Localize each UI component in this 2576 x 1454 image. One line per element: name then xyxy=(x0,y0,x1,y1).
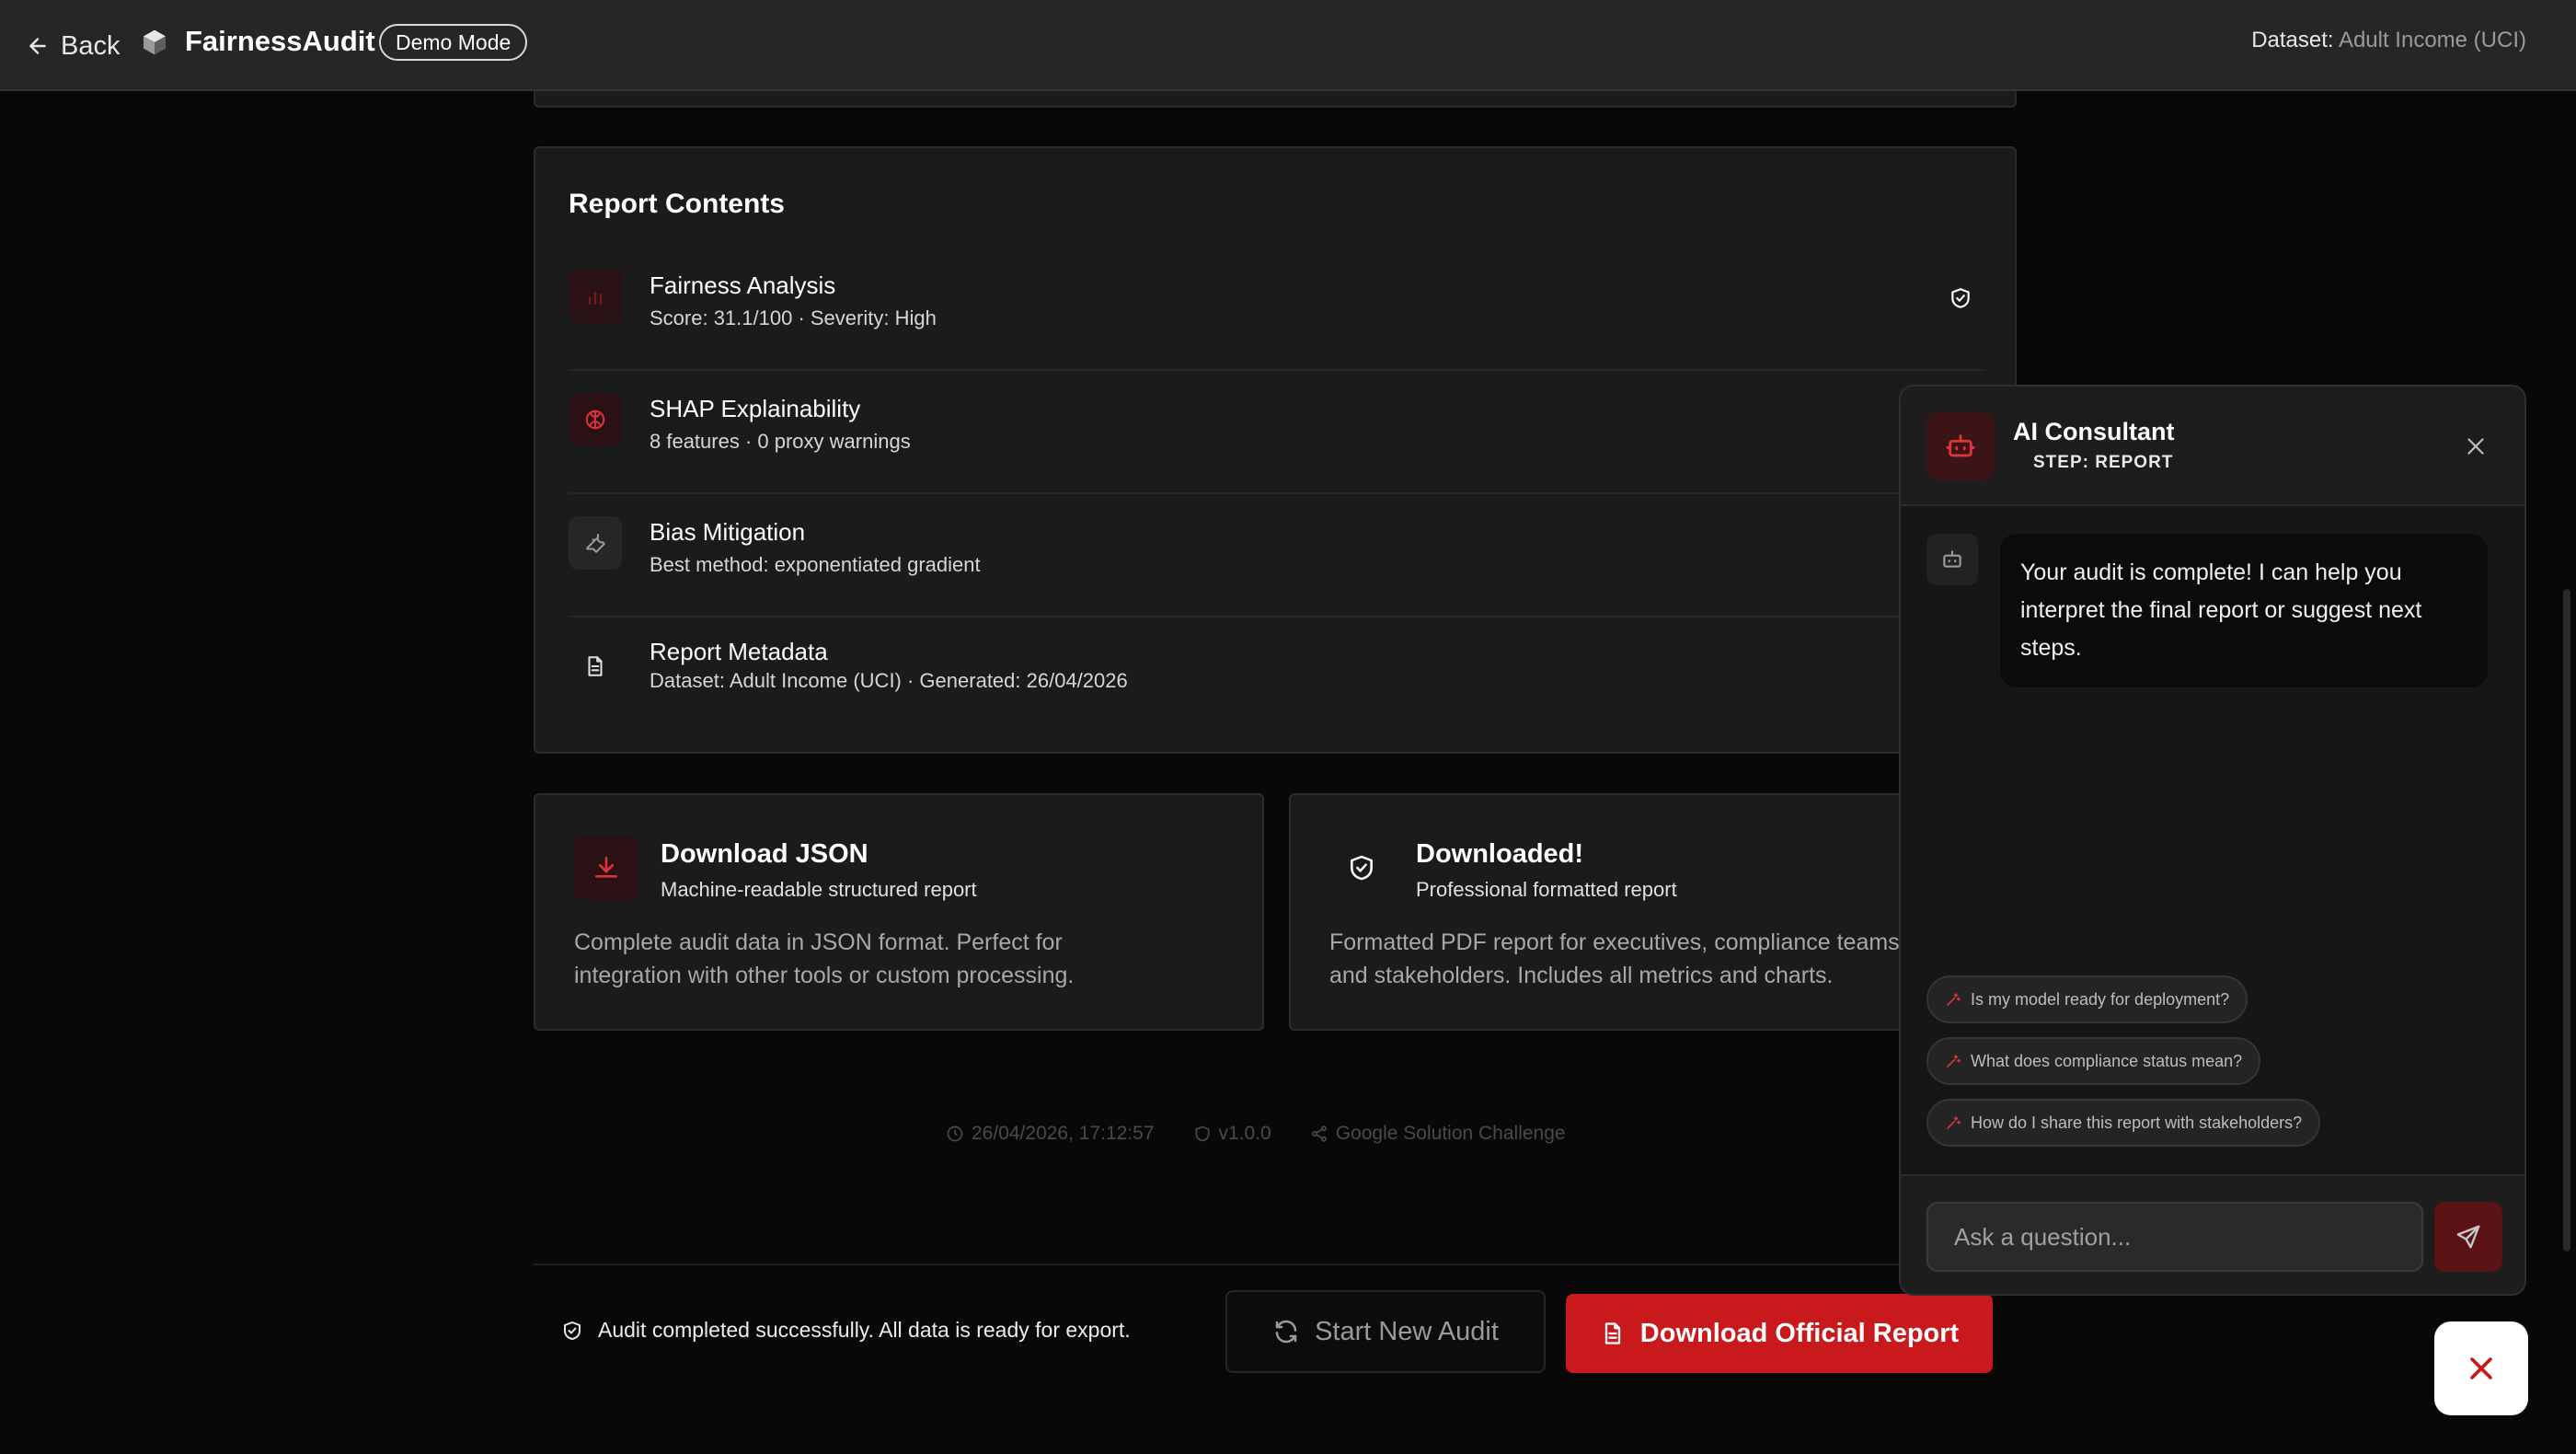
report-item-subtitle: Best method: exponentiated gradient xyxy=(650,553,981,576)
brain-icon xyxy=(569,393,622,446)
document-icon xyxy=(1600,1321,1626,1346)
shield-check-icon xyxy=(561,1320,583,1342)
download-json-description: Complete audit data in JSON format. Perf… xyxy=(574,926,1236,992)
scrollbar[interactable] xyxy=(2563,589,2570,1252)
sparkle-icon xyxy=(1945,991,1961,1008)
clock-icon xyxy=(946,1125,964,1143)
chat-title: AI Consultant xyxy=(2013,418,2175,445)
document-icon xyxy=(569,640,622,693)
version: v1.0.0 xyxy=(1193,1123,1271,1145)
version-text: v1.0.0 xyxy=(1218,1123,1271,1144)
description-line: and stakeholders. Includes all metrics a… xyxy=(1329,963,1834,988)
sparkle-icon xyxy=(1945,1114,1961,1131)
report-contents-card: Report Contents Fairness Analysis Score:… xyxy=(534,146,2017,754)
chat-header: AI Consultant STEP: REPORT xyxy=(1901,387,2524,506)
description-line: Formatted PDF report for executives, com… xyxy=(1329,929,1906,955)
suggestion-chip[interactable]: What does compliance status mean? xyxy=(1926,1037,2261,1085)
bar-chart-icon xyxy=(569,270,622,323)
start-new-audit-button[interactable]: Start New Audit xyxy=(1225,1290,1546,1373)
status-text: Audit completed successfully. All data i… xyxy=(598,1318,1131,1342)
download-json-card[interactable]: Download JSON Machine-readable structure… xyxy=(534,793,1264,1031)
sparkle-icon xyxy=(1945,1053,1961,1069)
download-official-report-button[interactable]: Download Official Report xyxy=(1566,1294,1993,1373)
footer-meta: 26/04/2026, 17:12:57 v1.0.0 Google Solut… xyxy=(946,1123,1566,1145)
shield-check-icon xyxy=(1949,286,1972,310)
report-item-metadata: Report Metadata Dataset: Adult Income (U… xyxy=(569,619,1985,741)
event: Google Solution Challenge xyxy=(1310,1123,1566,1145)
cube-logo-icon xyxy=(140,28,169,57)
report-item-subtitle: 8 features · 0 proxy warnings xyxy=(650,430,911,453)
download-json-subtitle: Machine-readable structured report xyxy=(661,878,977,901)
back-label: Back xyxy=(61,30,121,61)
report-item-title: SHAP Explainability xyxy=(650,395,861,422)
suggestion-text: What does compliance status mean? xyxy=(1971,1051,2243,1070)
download-json-title: Download JSON xyxy=(661,839,868,869)
dataset-value: Adult Income (UCI) xyxy=(2338,28,2526,52)
close-icon xyxy=(2466,1353,2497,1384)
chat-input[interactable] xyxy=(1926,1202,2423,1272)
bot-icon xyxy=(1926,412,1995,480)
send-button[interactable] xyxy=(2434,1202,2502,1272)
shield-icon xyxy=(1193,1125,1212,1143)
bot-icon xyxy=(1926,534,1978,585)
top-bar: Back FairnessAudit Demo Mode Dataset: Ad… xyxy=(0,0,2576,91)
report-item-shap: SHAP Explainability 8 features · 0 proxy… xyxy=(569,373,1985,494)
arrow-left-icon xyxy=(26,34,50,58)
suggestion-text: How do I share this report with stakehol… xyxy=(1971,1113,2303,1132)
suggestion-text: Is my model ready for deployment? xyxy=(1971,989,2230,1009)
send-icon xyxy=(2455,1223,2482,1251)
download-official-report-label: Download Official Report xyxy=(1639,1318,1960,1348)
close-icon[interactable] xyxy=(2464,434,2488,458)
start-new-audit-label: Start New Audit xyxy=(1315,1316,1499,1346)
report-item-mitigation: Bias Mitigation Best method: exponentiat… xyxy=(569,496,1985,617)
report-item-fairness: Fairness Analysis Score: 31.1/100 · Seve… xyxy=(569,249,1985,371)
event-text: Google Solution Challenge xyxy=(1335,1123,1566,1144)
report-item-subtitle: Score: 31.1/100 · Severity: High xyxy=(650,306,937,329)
refresh-icon xyxy=(1272,1318,1300,1345)
chat-input-area xyxy=(1901,1174,2524,1294)
timestamp: 26/04/2026, 17:12:57 xyxy=(946,1123,1155,1145)
dataset-label: Dataset: xyxy=(2251,28,2334,52)
report-item-title: Report Metadata xyxy=(650,638,828,665)
report-item-subtitle: Dataset: Adult Income (UCI) · Generated:… xyxy=(650,669,1128,692)
report-item-title: Fairness Analysis xyxy=(650,271,836,299)
description-line: Complete audit data in JSON format. Perf… xyxy=(574,929,1063,955)
download-pdf-title: Downloaded! xyxy=(1416,839,1584,869)
divider xyxy=(534,1264,2017,1265)
shield-check-icon xyxy=(1329,836,1394,900)
download-pdf-description: Formatted PDF report for executives, com… xyxy=(1329,926,1992,992)
dataset-indicator: Dataset: Adult Income (UCI) xyxy=(2251,28,2526,53)
report-contents-title: Report Contents xyxy=(569,189,785,219)
demo-mode-badge: Demo Mode xyxy=(379,24,528,61)
report-item-title: Bias Mitigation xyxy=(650,518,806,546)
download-icon xyxy=(574,836,638,900)
suggestion-chip[interactable]: How do I share this report with stakehol… xyxy=(1926,1099,2321,1147)
status-message: Audit completed successfully. All data i… xyxy=(561,1318,1131,1343)
timestamp-text: 26/04/2026, 17:12:57 xyxy=(972,1123,1155,1144)
close-chat-button[interactable] xyxy=(2434,1321,2528,1415)
wrench-icon xyxy=(569,516,622,570)
assistant-message: Your audit is complete! I can help you i… xyxy=(2000,534,2488,687)
back-button[interactable]: Back xyxy=(26,26,120,66)
ai-consultant-panel: AI Consultant STEP: REPORT Your audit is… xyxy=(1899,385,2526,1296)
previous-card xyxy=(534,91,2017,108)
chat-step-label: STEP: REPORT xyxy=(2033,453,2174,472)
description-line: integration with other tools or custom p… xyxy=(574,963,1075,988)
suggestion-chip[interactable]: Is my model ready for deployment? xyxy=(1926,975,2248,1023)
download-pdf-subtitle: Professional formatted report xyxy=(1416,878,1677,901)
brand-name: FairnessAudit xyxy=(185,25,375,57)
share-icon xyxy=(1310,1125,1328,1143)
